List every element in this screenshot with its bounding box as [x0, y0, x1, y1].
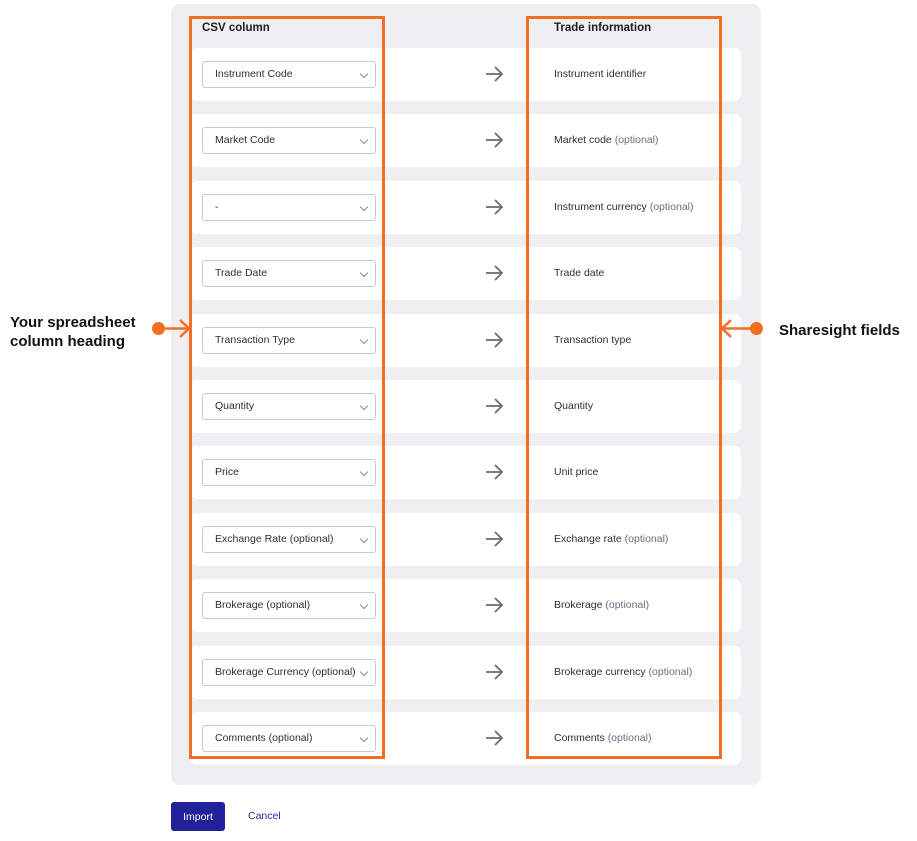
mapping-row: Market Code Market code (optional)	[190, 114, 741, 168]
mapping-row: Brokerage Currency (optional) Brokerage c…	[190, 645, 741, 699]
field-name: Brokerage	[554, 599, 603, 612]
mapping-row: Trade Date Trade date	[190, 247, 741, 301]
field-name: Quantity	[554, 400, 594, 412]
csv-column-select[interactable]: Instrument Code	[202, 61, 376, 88]
mapping-row: - Instrument currency (optional)	[190, 180, 741, 234]
left-callout-arrow-icon	[158, 319, 191, 338]
sharesight-field: Exchange rate (optional)	[554, 533, 668, 545]
mapping-row: Brokerage (optional) Brokerage (optional)	[190, 579, 741, 633]
csv-column-select[interactable]: Brokerage (optional)	[202, 592, 376, 620]
csv-column-select-value: Trade Date	[215, 267, 268, 280]
right-callout: Sharesight fields	[779, 322, 900, 339]
sharesight-field: Trade date	[554, 267, 604, 279]
right-callout-dot	[750, 322, 763, 335]
csv-column-select-value: Brokerage (optional)	[215, 599, 311, 612]
trade-information-header: Trade information	[554, 22, 652, 34]
csv-column-select[interactable]: Brokerage Currency (optional)	[202, 658, 376, 686]
optional-label: (optional)	[624, 532, 669, 545]
import-button[interactable]: Import	[171, 802, 225, 831]
field-name: Market code	[554, 134, 612, 147]
optional-label: (optional)	[649, 200, 694, 213]
mapping-row: Comments (optional) Comments (optional)	[190, 712, 741, 765]
csv-column-select-value: Instrument Code	[215, 68, 293, 80]
arrow-right-icon	[486, 730, 504, 746]
field-name: Instrument currency	[554, 200, 647, 213]
sharesight-field: Transaction type	[554, 334, 631, 346]
arrow-right-icon	[486, 531, 504, 547]
sharesight-field: Market code (optional)	[554, 134, 658, 146]
csv-column-select-value: Price	[215, 466, 239, 479]
csv-column-select[interactable]: Market Code	[202, 127, 376, 155]
sharesight-field: Instrument identifier	[554, 68, 646, 80]
csv-column-select[interactable]: -	[202, 193, 376, 221]
field-name: Instrument identifier	[554, 68, 647, 80]
optional-label: (optional)	[607, 732, 652, 744]
csv-column-select-value: Market Code	[215, 134, 276, 147]
arrow-right-icon	[486, 132, 504, 149]
cancel-link[interactable]: Cancel	[248, 810, 281, 822]
arrow-right-icon	[486, 331, 504, 348]
mapping-row: Transaction Type Transaction type	[190, 313, 741, 367]
chevron-down-icon	[359, 268, 369, 278]
csv-column-select-value: Comments (optional)	[215, 732, 313, 744]
csv-column-select-value: Exchange Rate (optional)	[215, 532, 334, 545]
arrow-right-icon	[486, 199, 504, 215]
arrow-right-icon	[486, 398, 504, 414]
chevron-down-icon	[359, 468, 369, 477]
csv-column-select[interactable]: Transaction Type	[202, 326, 376, 354]
csv-column-select[interactable]: Comments (optional)	[202, 725, 376, 752]
csv-column-select-value: -	[215, 200, 219, 213]
arrow-right-icon	[486, 663, 504, 680]
sharesight-field: Unit price	[554, 466, 598, 478]
arrow-right-icon	[486, 66, 504, 82]
field-name: Exchange rate	[554, 532, 622, 545]
optional-label: (optional)	[614, 134, 659, 147]
arrow-right-icon	[486, 597, 504, 613]
csv-column-select[interactable]: Quantity	[202, 393, 376, 420]
mapping-row: Exchange Rate (optional) Exchange rate (o…	[190, 512, 741, 566]
csv-column-select-value: Transaction Type	[215, 333, 295, 346]
csv-column-select-value: Brokerage Currency (optional)	[215, 665, 356, 678]
csv-column-select-value: Quantity	[215, 400, 255, 412]
chevron-down-icon	[359, 69, 369, 79]
arrow-right-icon	[486, 464, 504, 481]
chevron-down-icon	[359, 733, 369, 743]
field-name: Trade date	[554, 267, 605, 280]
field-name: Brokerage currency	[554, 665, 646, 678]
chevron-down-icon	[359, 667, 369, 676]
sharesight-field: Brokerage currency (optional)	[554, 666, 692, 678]
chevron-down-icon	[359, 335, 369, 344]
chevron-down-icon	[359, 401, 369, 411]
mapping-row: Price Unit price	[190, 446, 741, 500]
left-callout-line2: column heading	[10, 333, 126, 350]
csv-column-select[interactable]: Exchange Rate (optional)	[202, 525, 376, 553]
chevron-down-icon	[359, 534, 369, 544]
left-callout-line1: Your spreadsheet	[10, 314, 136, 331]
sharesight-field: Comments (optional)	[554, 732, 651, 744]
optional-label: (optional)	[648, 665, 693, 678]
field-name: Transaction type	[554, 333, 632, 346]
mapping-row: Quantity Quantity	[190, 380, 741, 433]
arrow-right-icon	[486, 265, 504, 281]
csv-column-header: CSV column	[202, 22, 270, 34]
chevron-down-icon	[359, 136, 369, 145]
sharesight-field: Brokerage (optional)	[554, 599, 649, 611]
csv-column-select[interactable]: Price	[202, 459, 376, 487]
chevron-down-icon	[359, 600, 369, 610]
left-callout: Your spreadsheet column heading	[10, 313, 136, 351]
field-name: Comments	[554, 732, 605, 744]
field-name: Unit price	[554, 466, 599, 479]
chevron-down-icon	[359, 202, 369, 212]
sharesight-field: Quantity	[554, 400, 593, 412]
sharesight-field: Instrument currency (optional)	[554, 201, 694, 213]
mapping-row: Instrument Code Instrument identifier	[190, 48, 741, 101]
csv-column-select[interactable]: Trade Date	[202, 260, 376, 288]
optional-label: (optional)	[605, 599, 650, 612]
